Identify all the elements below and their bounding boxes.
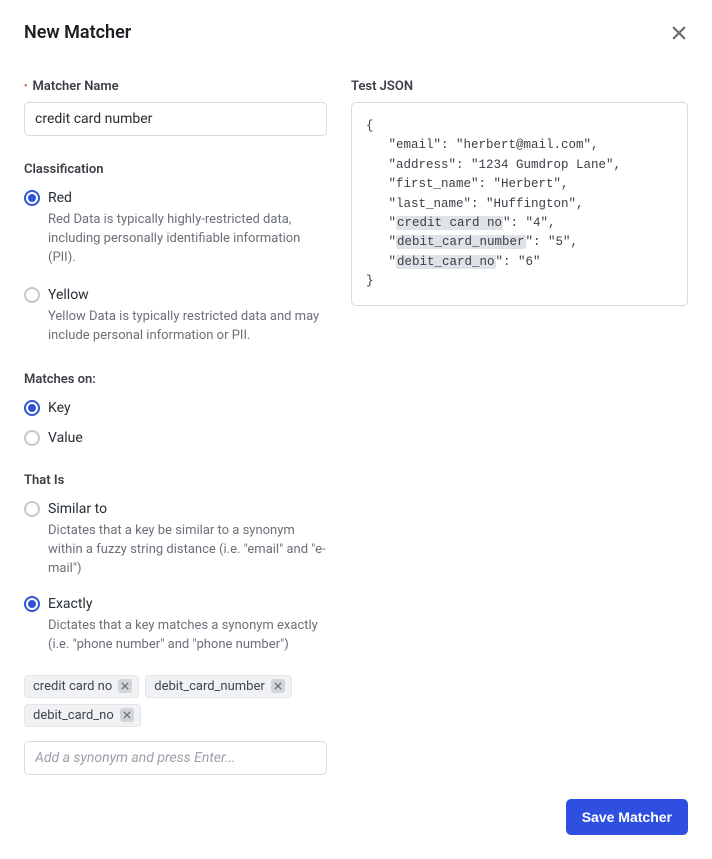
form-left-column: • Matcher Name Classification Red Red Da…	[24, 79, 327, 775]
classification-label: Classification	[24, 162, 327, 177]
radio-icon[interactable]	[24, 501, 40, 517]
classification-option-red[interactable]: Red Red Data is typically highly-restric…	[24, 189, 327, 268]
synonym-input[interactable]	[24, 741, 327, 775]
classification-option-yellow[interactable]: Yellow Yellow Data is typically restrict…	[24, 286, 327, 346]
matches-on-key[interactable]: Key	[24, 399, 327, 417]
matches-on-label: Matches on:	[24, 372, 327, 387]
new-matcher-modal: New Matcher • Matcher Name Classificatio…	[0, 0, 712, 859]
matcher-name-input[interactable]	[24, 102, 327, 136]
matches-on-value[interactable]: Value	[24, 429, 327, 447]
required-indicator: •	[24, 82, 28, 92]
close-icon[interactable]	[670, 24, 688, 42]
radio-icon[interactable]	[24, 430, 40, 446]
modal-header: New Matcher	[24, 22, 688, 43]
synonym-tags: credit card no debit_card_number debit_c…	[24, 675, 327, 727]
radio-icon[interactable]	[24, 400, 40, 416]
remove-tag-icon[interactable]	[271, 679, 285, 693]
test-json-box[interactable]: { "email": "herbert@mail.com", "address"…	[351, 102, 688, 306]
that-is-label: That Is	[24, 473, 327, 488]
remove-tag-icon[interactable]	[120, 708, 134, 722]
matcher-name-label: • Matcher Name	[24, 79, 327, 94]
test-json-column: Test JSON { "email": "herbert@mail.com",…	[351, 79, 688, 775]
radio-icon[interactable]	[24, 190, 40, 206]
save-matcher-button[interactable]: Save Matcher	[566, 799, 688, 835]
synonym-tag: debit_card_no	[24, 704, 141, 727]
modal-title: New Matcher	[24, 22, 131, 43]
radio-icon[interactable]	[24, 596, 40, 612]
synonym-tag: credit card no	[24, 675, 139, 698]
synonym-tag: debit_card_number	[145, 675, 292, 698]
radio-icon[interactable]	[24, 287, 40, 303]
test-json-label: Test JSON	[351, 79, 688, 94]
that-is-similar[interactable]: Similar to Dictates that a key be simila…	[24, 500, 327, 579]
that-is-exactly[interactable]: Exactly Dictates that a key matches a sy…	[24, 595, 327, 655]
remove-tag-icon[interactable]	[118, 679, 132, 693]
